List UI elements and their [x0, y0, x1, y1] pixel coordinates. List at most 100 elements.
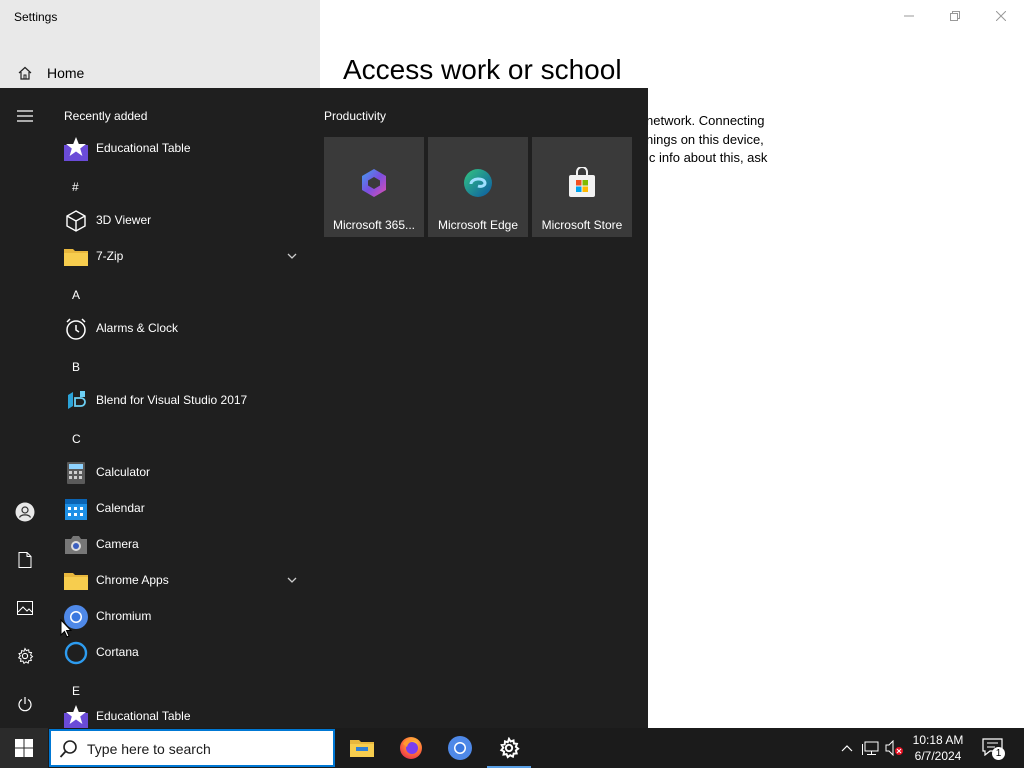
app-alarms-clock[interactable]: Alarms & Clock: [64, 312, 312, 346]
app-label: 7-Zip: [96, 249, 124, 263]
pictures-button[interactable]: [13, 596, 37, 620]
tile-label: Microsoft Store: [541, 218, 623, 232]
letter-header[interactable]: B: [72, 360, 80, 374]
app-label: Calculator: [96, 465, 151, 479]
gear-icon: [17, 647, 34, 665]
app-camera[interactable]: Camera: [64, 528, 312, 562]
letter-header[interactable]: A: [72, 288, 80, 302]
chevron-down-icon[interactable]: [286, 574, 298, 586]
mouse-cursor-icon: [60, 619, 72, 638]
clock-date: 6/7/2024: [914, 749, 962, 763]
search-placeholder: Type here to search: [87, 741, 211, 757]
close-icon: [996, 11, 1006, 21]
chevron-down-icon[interactable]: [286, 250, 298, 262]
tile-label: Microsoft 365...: [332, 218, 416, 232]
taskbar: Type here to search 10:18 AM 6/7/2024 1: [0, 728, 1024, 768]
app-blend[interactable]: Blend for Visual Studio 2017: [64, 384, 312, 418]
alarms-clock-icon: [66, 318, 86, 340]
taskbar-chromium[interactable]: [436, 728, 484, 768]
microsoft-365-icon: [362, 169, 386, 197]
chromium-icon: [448, 736, 472, 760]
app-calculator[interactable]: Calculator: [64, 456, 312, 490]
app-label: Chromium: [96, 609, 152, 623]
windows-logo-icon: [15, 739, 33, 757]
notification-count-badge: 1: [992, 747, 1005, 760]
network-icon: [862, 741, 879, 755]
start-rail: [0, 88, 50, 728]
page-title: Access work or school: [343, 54, 622, 85]
app-7-zip[interactable]: 7-Zip: [64, 240, 312, 274]
store-icon: [569, 167, 595, 197]
restore-icon: [950, 11, 960, 21]
volume-tray-icon-button[interactable]: [885, 738, 905, 758]
recently-added-title: Recently added: [64, 109, 148, 123]
app-3d-viewer[interactable]: 3D Viewer: [64, 204, 312, 238]
power-icon: [18, 697, 32, 712]
restore-button[interactable]: [932, 0, 978, 32]
taskbar-file-explorer[interactable]: [338, 728, 386, 768]
calculator-icon: [67, 462, 85, 484]
taskbar-firefox[interactable]: [387, 728, 435, 768]
power-button[interactable]: [13, 692, 37, 716]
close-button[interactable]: [978, 0, 1024, 32]
folder-icon: [64, 573, 88, 590]
search-icon: [59, 740, 77, 758]
nav-home-label: Home: [47, 65, 85, 81]
settings-button[interactable]: [13, 644, 37, 668]
taskbar-clock[interactable]: 10:18 AM 6/7/2024: [905, 732, 971, 764]
3d-viewer-icon: [66, 210, 86, 232]
taskbar-settings[interactable]: [485, 728, 533, 768]
educational-table-icon: [64, 137, 88, 161]
window-controls: [886, 0, 1024, 32]
tile-microsoft-365[interactable]: Microsoft 365...: [324, 137, 424, 237]
letter-header[interactable]: #: [72, 180, 79, 194]
app-label: Calendar: [96, 501, 145, 515]
window-title: Settings: [14, 10, 58, 24]
tile-microsoft-store[interactable]: Microsoft Store: [532, 137, 632, 237]
show-hidden-icons-button[interactable]: [837, 738, 857, 758]
start-button[interactable]: [0, 728, 48, 768]
app-educational-table[interactable]: Educational Table: [64, 132, 312, 166]
taskbar-search-box[interactable]: Type here to search: [49, 729, 335, 767]
educational-table-icon: [64, 705, 88, 728]
file-explorer-icon: [350, 740, 374, 757]
expand-menu-button[interactable]: [13, 104, 37, 128]
page-description: network. Connecting nings on this device…: [646, 113, 768, 165]
app-label: Cortana: [96, 645, 139, 659]
app-educational-table[interactable]: Educational Table: [64, 700, 312, 728]
firefox-icon: [400, 737, 422, 759]
home-icon: [18, 66, 32, 80]
documents-button[interactable]: [13, 548, 37, 572]
nav-home[interactable]: Home: [0, 58, 320, 88]
minimize-button[interactable]: [886, 0, 932, 32]
tile-label: Microsoft Edge: [437, 218, 519, 232]
app-chrome-apps[interactable]: Chrome Apps: [64, 564, 312, 598]
clock-time: 10:18 AM: [912, 733, 964, 747]
app-label: 3D Viewer: [96, 213, 152, 227]
tile-group-title: Productivity: [324, 109, 387, 123]
letter-header[interactable]: C: [72, 432, 81, 446]
chevron-up-icon: [841, 745, 853, 752]
app-calendar[interactable]: Calendar: [64, 492, 312, 526]
app-chromium[interactable]: Chromium: [64, 600, 312, 634]
pictures-icon: [17, 601, 33, 615]
folder-icon: [64, 249, 88, 266]
minimize-icon: [904, 15, 914, 17]
account-button[interactable]: [13, 500, 37, 524]
app-label: Blend for Visual Studio 2017: [96, 393, 248, 407]
network-tray-icon-button[interactable]: [861, 738, 881, 758]
hamburger-icon: [17, 110, 33, 122]
blend-icon: [68, 391, 86, 409]
calendar-icon: [65, 499, 87, 520]
tiles-area: Productivity Microsoft 365... Microsoft …: [324, 88, 648, 728]
gear-icon: [499, 737, 520, 759]
app-label: Educational Table: [96, 709, 191, 723]
volume-muted-icon: [885, 740, 903, 756]
camera-icon: [65, 536, 87, 554]
app-cortana[interactable]: Cortana: [64, 636, 312, 670]
app-label: Camera: [96, 537, 139, 551]
tile-microsoft-edge[interactable]: Microsoft Edge: [428, 137, 528, 237]
app-list: Recently added Educational Table # 3D Vi…: [50, 88, 312, 728]
letter-header[interactable]: E: [72, 684, 80, 698]
action-center-button[interactable]: 1: [978, 734, 1008, 762]
